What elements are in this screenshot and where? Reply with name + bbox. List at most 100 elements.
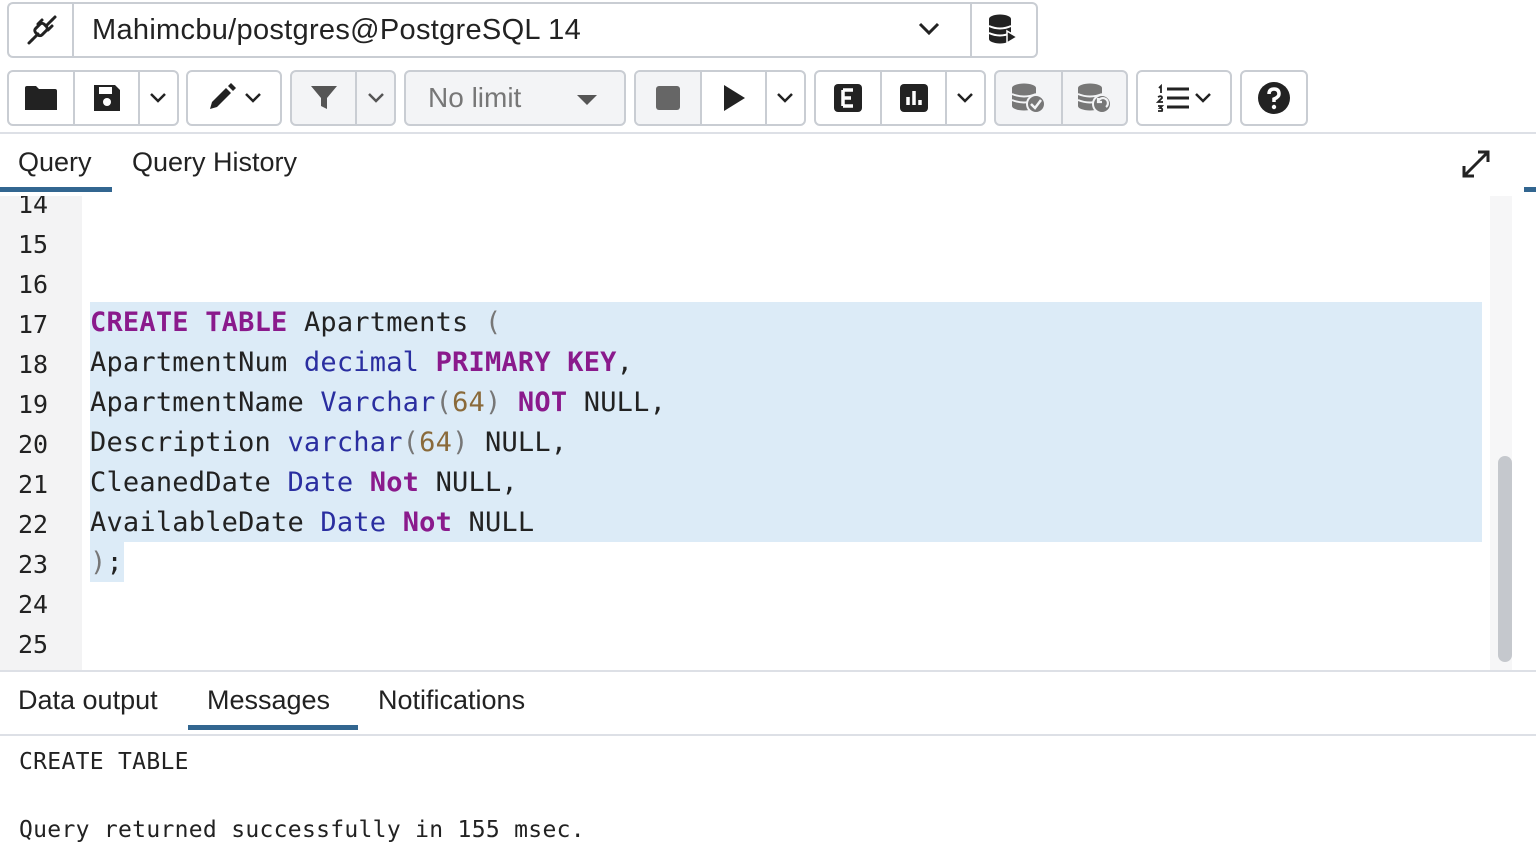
commit-icon (1010, 82, 1047, 114)
code-token: ApartmentName (90, 387, 321, 418)
connection-status-button[interactable] (7, 2, 74, 58)
stop-button[interactable] (636, 72, 701, 124)
code-token: ( (435, 387, 453, 418)
code-token: ApartmentNum (90, 347, 304, 378)
tab-query[interactable]: Query (18, 147, 92, 178)
line-number: 17 (18, 310, 49, 339)
tab-query-history[interactable]: Query History (132, 147, 297, 178)
help-icon (1257, 81, 1291, 115)
line-number: 22 (18, 510, 49, 539)
line-number: 18 (18, 350, 49, 379)
line-number: 15 (18, 230, 49, 259)
code-token: ; (106, 547, 123, 578)
line-number: 24 (18, 590, 49, 619)
stop-icon (655, 85, 681, 111)
line-number: 19 (18, 390, 49, 419)
execute-button[interactable] (700, 72, 764, 124)
save-file-button[interactable] (73, 72, 137, 124)
list-icon (1156, 84, 1190, 112)
code-token: PRIMARY (435, 347, 551, 378)
connection-select[interactable]: Mahimcbu/postgres@PostgreSQL 14 (72, 2, 972, 58)
chevron-down-icon (367, 92, 385, 104)
row-limit-select[interactable]: No limit (404, 70, 626, 126)
rollback-button[interactable] (1060, 72, 1126, 124)
explain-analyze-button[interactable] (880, 72, 944, 124)
expand-icon (1460, 148, 1492, 180)
code-token: NULL, (419, 467, 518, 498)
folder-icon (24, 84, 58, 112)
tab-data-output[interactable]: Data output (18, 685, 158, 716)
macros-dropdown-button[interactable] (1136, 70, 1232, 126)
line-number: 23 (18, 550, 49, 579)
edit-dropdown-button[interactable] (186, 70, 282, 126)
code-token: KEY (567, 347, 617, 378)
code-token: NOT (517, 387, 568, 418)
new-connection-button[interactable] (970, 2, 1038, 58)
line-number: 14 (18, 196, 49, 219)
explain-button-group (814, 70, 986, 126)
code-token: , (616, 347, 634, 378)
tab-notifications[interactable]: Notifications (378, 685, 525, 716)
chevron-down-icon (1194, 92, 1212, 104)
chevron-down-icon (149, 92, 167, 104)
explain-icon (833, 83, 863, 113)
database-new-connection-icon (987, 13, 1019, 47)
transaction-button-group (994, 70, 1128, 126)
connection-label: Mahimcbu/postgres@PostgreSQL 14 (92, 13, 582, 46)
active-tab-indicator (0, 187, 112, 192)
row-limit-value: No limit (428, 82, 522, 113)
code-token: AvailableDate (90, 507, 321, 538)
code-token: Description (90, 427, 288, 458)
code-token: decimal (303, 347, 420, 378)
play-icon (722, 84, 746, 112)
code-token: 64 (419, 427, 453, 458)
code-line: ApartmentNum decimal PRIMARY KEY, (90, 347, 633, 378)
maximize-button[interactable] (1460, 148, 1492, 180)
help-button[interactable] (1240, 70, 1308, 126)
execute-options-dropdown[interactable] (764, 72, 804, 124)
open-file-button[interactable] (9, 72, 73, 124)
explain-button[interactable] (816, 72, 880, 124)
code-token: ) (90, 547, 107, 578)
code-token: ( (402, 427, 420, 458)
code-token: Apartments (287, 307, 485, 338)
filter-options-dropdown[interactable] (355, 72, 394, 124)
caret-down-icon (576, 94, 598, 106)
sql-editor[interactable]: 14 15 16 17 18 19 20 21 22 23 24 25 CREA… (0, 196, 1536, 670)
execute-button-group (634, 70, 806, 126)
code-token: varchar (287, 427, 403, 458)
connection-status-icon (24, 12, 60, 48)
filter-button[interactable] (292, 72, 355, 124)
text-selection (90, 302, 1482, 542)
chevron-down-icon (956, 92, 974, 104)
line-number: 20 (18, 430, 49, 459)
code-line: AvailableDate Date Not NULL (90, 507, 534, 538)
code-token: ) (452, 427, 469, 458)
code-token: ) (484, 387, 502, 418)
query-tabbar: Query Query History (0, 134, 1536, 198)
code-line: ApartmentName Varchar(64) NOT NULL, (90, 387, 666, 418)
message-line: Query returned successfully in 155 msec. (19, 817, 585, 843)
editor-scrollbar-thumb[interactable] (1498, 456, 1512, 662)
code-token: NULL, (468, 427, 568, 458)
chevron-down-icon (776, 92, 794, 104)
code-token: Varchar (320, 387, 436, 418)
explain-options-dropdown[interactable] (944, 72, 984, 124)
chevron-down-icon (918, 22, 940, 36)
output-tabbar: Data output Messages Notifications (0, 672, 1536, 736)
filter-button-group (290, 70, 396, 126)
line-number: 16 (18, 270, 49, 299)
tab-messages[interactable]: Messages (207, 685, 330, 716)
code-token: TABLE (205, 307, 288, 338)
pen-icon (206, 83, 240, 113)
code-token: Date (287, 467, 354, 498)
commit-button[interactable] (996, 72, 1061, 124)
save-options-dropdown[interactable] (137, 72, 177, 124)
save-icon (92, 83, 122, 113)
code-line: ); (90, 547, 123, 578)
file-button-group (7, 70, 179, 126)
